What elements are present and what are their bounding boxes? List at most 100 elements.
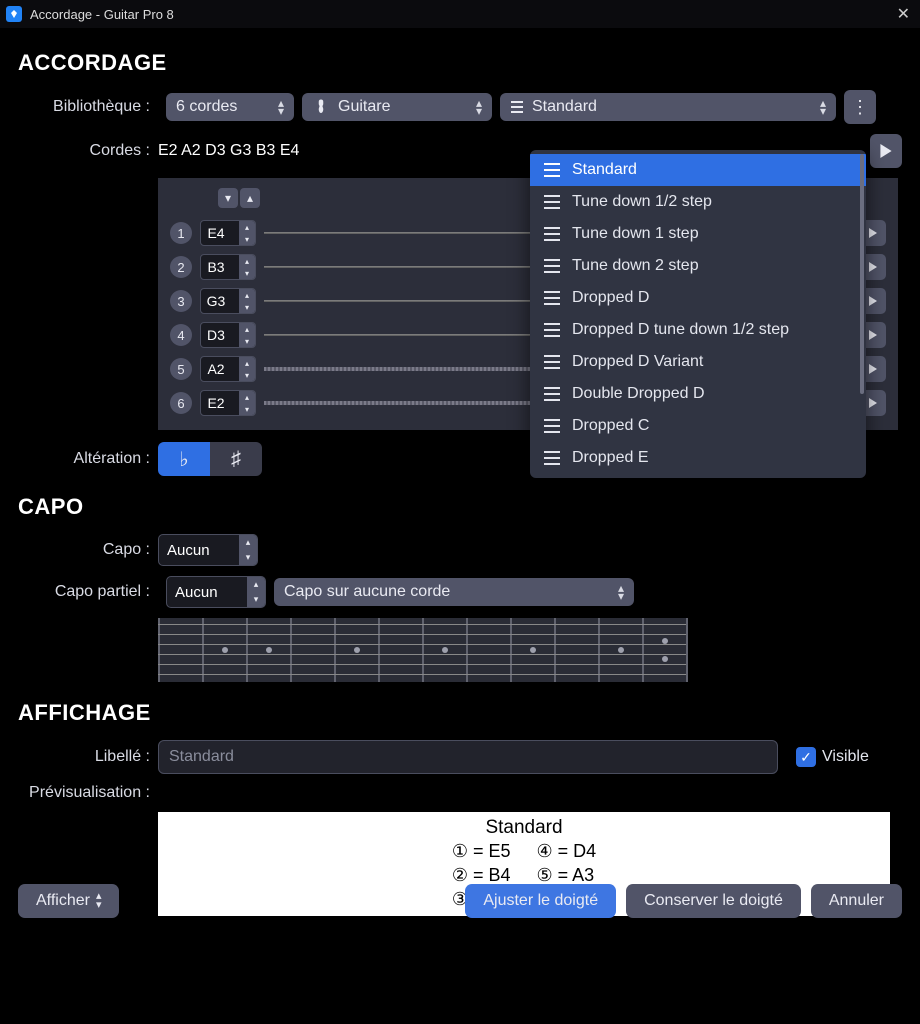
section-accordage: ACCORDAGE [18, 50, 902, 76]
section-affichage: AFFICHAGE [18, 700, 902, 726]
capo-value[interactable] [159, 542, 229, 559]
cordes-text: E2 A2 D3 G3 B3 E4 [158, 142, 299, 160]
ajuster-doigte-button[interactable]: Ajuster le doigté [465, 884, 616, 918]
guitar-icon [312, 98, 330, 116]
preset-icon [544, 355, 560, 369]
preset-option[interactable]: Dropped C [530, 410, 866, 442]
libelle-input[interactable] [158, 740, 778, 774]
note-up[interactable]: ▴ [239, 391, 255, 403]
note-up[interactable]: ▴ [239, 289, 255, 301]
note-spinner[interactable]: ▴▾ [200, 322, 256, 348]
string-number: 4 [170, 324, 192, 346]
label-libelle: Libellé : [18, 748, 158, 766]
preset-icon [544, 163, 560, 177]
note-value[interactable] [201, 395, 231, 411]
preset-icon [544, 323, 560, 337]
note-spinner[interactable]: ▴▾ [200, 356, 256, 382]
string-number: 1 [170, 222, 192, 244]
note-up[interactable]: ▴ [239, 221, 255, 233]
app-icon [6, 6, 22, 22]
instrument-value: Guitare [338, 98, 390, 116]
note-up[interactable]: ▴ [239, 255, 255, 267]
capo-partial-down[interactable]: ▾ [247, 592, 265, 607]
preset-option[interactable]: Double Dropped D [530, 378, 866, 410]
capo-partial-desc: Capo sur aucune corde [284, 583, 450, 601]
preset-option[interactable]: Tune down 1/2 step [530, 186, 866, 218]
preset-option[interactable]: Standard [530, 154, 866, 186]
strings-count-value: 6 cordes [176, 98, 237, 116]
label-capo-partiel: Capo partiel : [18, 583, 158, 601]
more-button[interactable]: ⋮ [844, 90, 876, 124]
note-spinner[interactable]: ▴▾ [200, 254, 256, 280]
chevron-updown-icon: ▴▾ [278, 99, 284, 115]
preset-value: Standard [532, 98, 597, 116]
preset-icon [544, 259, 560, 273]
window-title: Accordage - Guitar Pro 8 [30, 7, 174, 22]
titlebar: Accordage - Guitar Pro 8 ✕ [0, 0, 920, 28]
chevron-updown-icon: ▴▾ [618, 584, 624, 600]
capo-partial-up[interactable]: ▴ [247, 577, 265, 592]
tune-all-up-button[interactable]: ▴ [240, 188, 260, 208]
flat-button[interactable]: ♭ [158, 442, 210, 476]
note-value[interactable] [201, 361, 231, 377]
note-up[interactable]: ▴ [239, 323, 255, 335]
preset-icon [544, 195, 560, 209]
string-number: 5 [170, 358, 192, 380]
note-spinner[interactable]: ▴▾ [200, 390, 256, 416]
capo-down[interactable]: ▾ [239, 550, 257, 565]
note-down[interactable]: ▾ [239, 301, 255, 313]
label-bibliotheque: Bibliothèque : [18, 98, 158, 116]
strings-count-select[interactable]: 6 cordes ▴▾ [166, 93, 294, 121]
label-cordes: Cordes : [18, 142, 158, 160]
note-down[interactable]: ▾ [239, 267, 255, 279]
preset-option[interactable]: Tune down 1 step [530, 218, 866, 250]
capo-up[interactable]: ▴ [239, 535, 257, 550]
preset-select[interactable]: Standard ▴▾ [500, 93, 836, 121]
fretboard-preview [158, 618, 686, 682]
preset-icon [544, 451, 560, 465]
preview-line: ① = E5 [452, 839, 513, 863]
label-visible: Visible [822, 748, 869, 766]
chevron-updown-icon: ▴▾ [96, 892, 102, 910]
preview-line: ④ = D4 [537, 839, 597, 863]
instrument-select[interactable]: Guitare ▴▾ [302, 93, 492, 121]
preset-icon [510, 100, 524, 114]
string-number: 6 [170, 392, 192, 414]
chevron-updown-icon: ▴▾ [476, 99, 482, 115]
note-down[interactable]: ▾ [239, 369, 255, 381]
preset-option[interactable]: Dropped D [530, 282, 866, 314]
annuler-button[interactable]: Annuler [811, 884, 902, 918]
tune-all-down-button[interactable]: ▾ [218, 188, 238, 208]
preset-option[interactable]: Dropped D tune down 1/2 step [530, 314, 866, 346]
chevron-updown-icon: ▴▾ [820, 99, 826, 115]
note-down[interactable]: ▾ [239, 335, 255, 347]
preset-option[interactable]: Dropped E [530, 442, 866, 474]
preset-icon [544, 227, 560, 241]
capo-spinner[interactable]: ▴▾ [158, 534, 258, 566]
capo-partial-spinner[interactable]: ▴▾ [166, 576, 266, 608]
play-all-button[interactable] [870, 134, 902, 168]
note-down[interactable]: ▾ [239, 233, 255, 245]
conserver-doigte-button[interactable]: Conserver le doigté [626, 884, 801, 918]
preset-dropdown[interactable]: StandardTune down 1/2 stepTune down 1 st… [530, 150, 866, 478]
note-up[interactable]: ▴ [239, 357, 255, 369]
capo-partial-value[interactable] [167, 584, 237, 601]
note-down[interactable]: ▾ [239, 403, 255, 415]
note-spinner[interactable]: ▴▾ [200, 220, 256, 246]
preset-option[interactable]: Dropped D Variant [530, 346, 866, 378]
section-capo: CAPO [18, 494, 902, 520]
sharp-button[interactable]: ♯ [210, 442, 262, 476]
afficher-button[interactable]: Afficher ▴▾ [18, 884, 119, 918]
preset-icon [544, 387, 560, 401]
close-icon[interactable]: ✕ [893, 4, 914, 24]
note-value[interactable] [201, 225, 231, 241]
string-number: 2 [170, 256, 192, 278]
note-value[interactable] [201, 327, 231, 343]
note-value[interactable] [201, 259, 231, 275]
preset-option[interactable]: Tune down 2 step [530, 250, 866, 282]
visible-checkbox[interactable]: ✓ [796, 747, 816, 767]
note-spinner[interactable]: ▴▾ [200, 288, 256, 314]
label-alteration: Altération : [18, 450, 158, 468]
note-value[interactable] [201, 293, 231, 309]
capo-partial-select[interactable]: Capo sur aucune corde ▴▾ [274, 578, 634, 606]
